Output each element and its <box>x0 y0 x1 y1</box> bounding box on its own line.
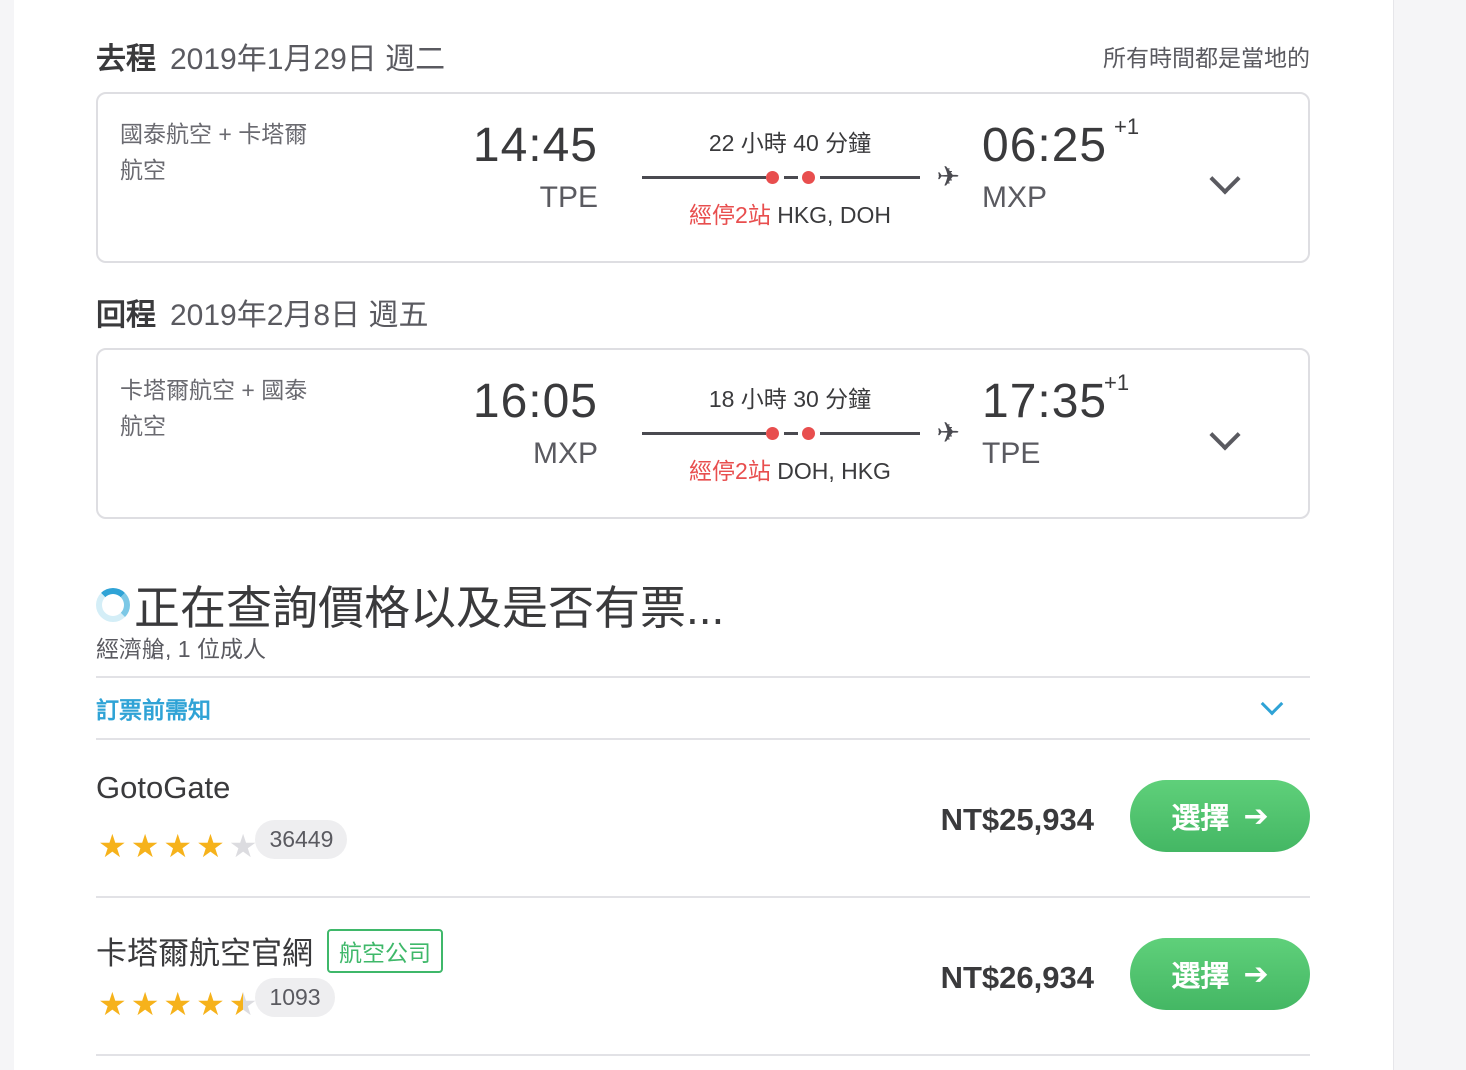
stops-airports: DOH, HKG <box>777 458 891 484</box>
star-icon: ★ <box>196 827 225 864</box>
airline-name: 卡塔爾航空 + 國泰航空 <box>120 377 308 439</box>
plane-icon: ✈ <box>936 161 960 192</box>
select-button-label: 選擇 <box>1171 961 1230 993</box>
loading-status: 正在查詢價格以及是否有票... <box>96 572 724 638</box>
arrival: 06:25 +1 MXP <box>982 114 1139 220</box>
seller-name[interactable]: 卡塔爾航空官網 <box>96 928 313 973</box>
star-icon: ★ <box>163 827 193 864</box>
leg-date: 2019年1月29日 週二 <box>170 43 446 76</box>
star-icon: ★ <box>98 985 127 1022</box>
departure-airport: TPE <box>539 181 598 214</box>
loading-text: 正在查詢價格以及是否有票... <box>134 582 725 634</box>
stops-count: 經停2站 <box>689 202 771 228</box>
star-icon: ★ <box>163 985 193 1022</box>
star-half-icon: ★ <box>228 985 258 1022</box>
leg-label: 去程 <box>96 43 156 76</box>
return-header: 回程 2019年2月8日 週五 <box>96 290 1310 334</box>
route: 18 小時 30 分鐘 ✈ 經停2站 DOH, HKG <box>642 380 960 486</box>
stops-airports: HKG, DOH <box>777 202 891 228</box>
return-leg-card[interactable]: 卡塔爾航空 + 國泰航空 16:05 MXP 18 小時 30 分鐘 ✈ 經停2… <box>96 348 1310 519</box>
select-button[interactable]: 選擇 ➔ <box>1130 938 1310 1010</box>
booking-notice-label: 訂票前需知 <box>96 697 211 723</box>
stop-dot <box>802 427 815 440</box>
price: NT$25,934 <box>940 802 1094 837</box>
rating: ★ ★ ★ ★ ★ 1093 <box>98 978 335 1023</box>
offer-row: GotoGate ★ ★ ★ ★ ★ 36449 NT$25,934 選擇 ➔ <box>96 740 1310 898</box>
arrival-airport: MXP <box>982 181 1048 214</box>
day-offset: +1 <box>1104 370 1130 395</box>
star-icon: ★ <box>98 827 127 864</box>
chevron-down-icon <box>1260 692 1284 716</box>
arrow-right-icon: ➔ <box>1243 799 1269 833</box>
outbound-header: 去程 2019年1月29日 週二 所有時間都是當地的 <box>96 34 1310 78</box>
arrow-right-icon: ➔ <box>1243 957 1269 991</box>
stops-count: 經停2站 <box>689 458 771 484</box>
departure-time: 16:05 <box>472 375 598 428</box>
timezone-note: 所有時間都是當地的 <box>1103 45 1310 71</box>
arrival-airport: TPE <box>982 437 1041 470</box>
leg-date: 2019年2月8日 週五 <box>170 299 429 332</box>
chevron-down-icon[interactable] <box>1209 163 1241 195</box>
review-count[interactable]: 36449 <box>255 820 348 859</box>
leg-label: 回程 <box>96 299 156 332</box>
arrival-time: 06:25 <box>982 119 1108 172</box>
review-count[interactable]: 1093 <box>255 978 335 1017</box>
departure-airport: MXP <box>532 437 598 470</box>
star-icon: ★ <box>130 827 160 864</box>
departure: 14:45 TPE <box>473 118 598 220</box>
seller-name[interactable]: GotoGate <box>96 770 230 806</box>
airline-badge: 航空公司 <box>327 928 443 973</box>
rating: ★ ★ ★ ★ ★ 36449 <box>98 820 348 865</box>
cabin-info: 經濟艙, 1 位成人 <box>96 636 266 662</box>
price: NT$26,934 <box>940 960 1094 995</box>
star-empty-icon: ★ <box>228 827 258 864</box>
star-icon: ★ <box>196 985 225 1022</box>
day-offset: +1 <box>1114 114 1140 139</box>
outbound-leg-card[interactable]: 國泰航空 + 卡塔爾航空 14:45 TPE 22 小時 40 分鐘 ✈ 經停2… <box>96 92 1310 263</box>
departure: 16:05 MXP <box>473 374 598 476</box>
stops: 經停2站 HKG, DOH <box>642 196 938 230</box>
chevron-down-icon[interactable] <box>1209 419 1241 451</box>
stops: 經停2站 DOH, HKG <box>642 452 938 486</box>
booking-notice-toggle[interactable]: 訂票前需知 <box>96 676 1310 740</box>
departure-time: 14:45 <box>472 119 598 172</box>
duration: 18 小時 30 分鐘 <box>708 386 872 412</box>
duration: 22 小時 40 分鐘 <box>708 130 872 156</box>
stop-dot <box>802 171 815 184</box>
arrival-time: 17:35 <box>982 375 1108 428</box>
stop-dot <box>766 427 779 440</box>
star-icon: ★ <box>130 985 160 1022</box>
spinner-icon <box>96 588 130 622</box>
offer-row: 卡塔爾航空官網 航空公司 ★ ★ ★ ★ ★ 1093 NT$26,934 選擇… <box>96 898 1310 1056</box>
select-button-label: 選擇 <box>1171 803 1230 835</box>
select-button[interactable]: 選擇 ➔ <box>1130 780 1310 852</box>
airline-name: 國泰航空 + 卡塔爾航空 <box>120 121 308 183</box>
page: 去程 2019年1月29日 週二 所有時間都是當地的 國泰航空 + 卡塔爾航空 … <box>14 0 1394 1070</box>
arrival: 17:35 +1 TPE <box>982 370 1129 476</box>
route-line: ✈ <box>642 161 960 192</box>
plane-icon: ✈ <box>936 417 960 448</box>
route-line: ✈ <box>642 417 960 448</box>
route: 22 小時 40 分鐘 ✈ 經停2站 HKG, DOH <box>642 124 960 230</box>
stop-dot <box>766 171 779 184</box>
